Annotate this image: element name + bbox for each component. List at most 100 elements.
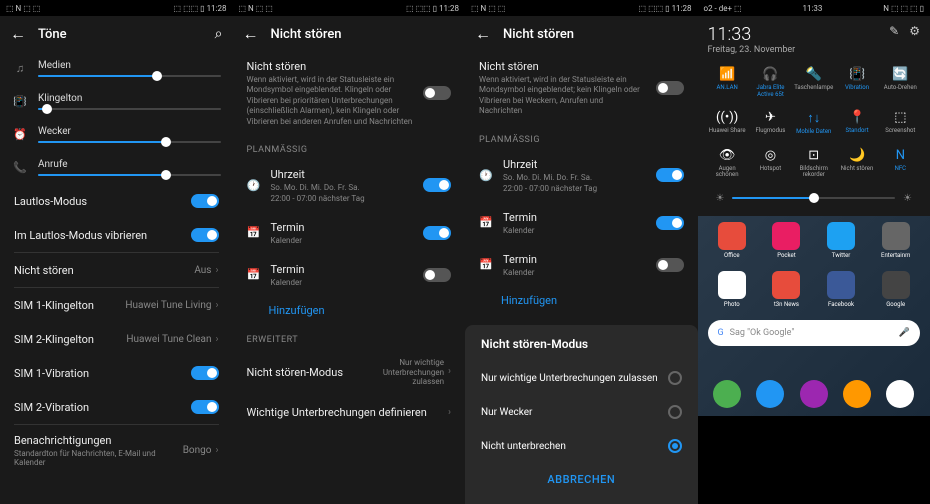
dock-app[interactable] — [800, 380, 828, 408]
statusbar: ⬚ N ⬚ ⬚⬚ ⬚⬚ ▯ 11:28 — [233, 0, 466, 16]
screen-dnd-detail: ⬚ N ⬚ ⬚⬚ ⬚⬚ ▯ 11:28 ← Nicht stören Nicht… — [233, 0, 466, 504]
qs-tile[interactable]: NNFC — [881, 144, 920, 183]
back-icon[interactable]: ← — [243, 24, 259, 44]
calendar-icon: 📅 — [247, 268, 261, 281]
app-icon[interactable]: Facebook — [817, 271, 866, 308]
radio-icon — [668, 405, 682, 419]
page-title: Nicht stören — [503, 27, 688, 42]
back-icon[interactable]: ← — [10, 24, 26, 44]
page-title: Töne — [38, 27, 203, 42]
clock-icon: 🕐 — [247, 179, 261, 192]
calendar-icon: 📅 — [479, 258, 493, 271]
setting-row[interactable]: SIM 1-Vibration — [0, 356, 233, 390]
qs-tile[interactable]: ↑↓Mobile Daten — [794, 106, 833, 140]
dnd-row[interactable]: Nicht störenAus› — [0, 253, 233, 287]
back-icon[interactable]: ← — [475, 24, 491, 44]
radio-option[interactable]: Nur wichtige Unterbrechungen zulassen — [465, 361, 698, 395]
radio-icon — [668, 371, 682, 385]
schedule-toggle[interactable] — [423, 178, 451, 192]
add-schedule-link[interactable]: Hinzufügen — [233, 296, 466, 325]
app-icon[interactable]: Twitter — [817, 222, 866, 259]
vibrate-silent-row[interactable]: Im Lautlos-Modus vibrieren — [0, 218, 233, 252]
dnd-mode-row[interactable]: Nicht stören-ModusNur wichtige Unterbrec… — [233, 349, 466, 396]
qs-tile[interactable]: 📍Standort — [837, 106, 876, 140]
section-scheduled: PLANMÄSSIG — [233, 135, 466, 159]
qs-tile[interactable]: 👁Augen schonen — [708, 144, 747, 183]
qs-date: Freitag, 23. November — [708, 45, 796, 55]
silent-toggle[interactable] — [191, 194, 219, 208]
qs-tile[interactable]: 📳Vibration — [837, 63, 876, 102]
page-title: Nicht stören — [271, 27, 456, 42]
statusbar: o2 - de+ ⬚11:33N ⬚ ⬚ ⬚ ▯ — [698, 0, 930, 16]
statusbar: ⬚ N ⬚ ⬚⬚ ⬚⬚ ▯ 11:28 — [465, 0, 698, 16]
event2-row[interactable]: 📅TerminKalender — [465, 244, 698, 286]
edit-icon[interactable]: ✎ — [889, 24, 899, 38]
qs-clock: 11:33 — [708, 24, 796, 45]
header: ← Nicht stören — [233, 16, 466, 52]
app-icon[interactable]: Photo — [708, 271, 757, 308]
gear-icon[interactable]: ⚙ — [909, 24, 920, 38]
dnd-master-toggle[interactable] — [656, 81, 684, 95]
dock-app[interactable] — [713, 380, 741, 408]
app-icon[interactable]: Entertainm — [871, 222, 920, 259]
brightness-low-icon: ☀ — [716, 193, 725, 204]
qs-tile[interactable]: ◎Hotspot — [751, 144, 790, 183]
radio-option[interactable]: Nicht unterbrechen — [465, 429, 698, 463]
silent-mode-row[interactable]: Lautlos-Modus — [0, 184, 233, 218]
add-schedule-link[interactable]: Hinzufügen — [465, 286, 698, 315]
statusbar: ⬚ N ⬚ ⬚⬚ ⬚⬚ ▯ 11:28 — [0, 0, 233, 16]
event1-row[interactable]: 📅TerminKalender — [465, 202, 698, 244]
event2-row[interactable]: 📅TerminKalender — [233, 254, 466, 296]
dock-app[interactable] — [886, 380, 914, 408]
dock-app[interactable] — [756, 380, 784, 408]
screen-dnd-dialog: ⬚ N ⬚ ⬚⬚ ⬚⬚ ▯ 11:28 ← Nicht stören Nicht… — [465, 0, 698, 504]
schedule-time-row[interactable]: 🕐UhrzeitSo. Mo. Di. Mi. Do. Fr. Sa.22:00… — [465, 149, 698, 202]
schedule-time-row[interactable]: 🕐UhrzeitSo. Mo. Di. Mi. Do. Fr. Sa.22:00… — [233, 159, 466, 212]
screen-sounds: ⬚ N ⬚ ⬚⬚ ⬚⬚ ▯ 11:28 ← Töne ⌕ ♫Medien📳Kli… — [0, 0, 233, 504]
event2-toggle[interactable] — [423, 268, 451, 282]
qs-tile[interactable]: ⬚Screenshot — [881, 106, 920, 140]
setting-row[interactable]: SIM 1-KlingeltonHuawei Tune Living› — [0, 288, 233, 322]
dnd-master-toggle[interactable] — [423, 86, 451, 100]
setting-row[interactable]: SIM 2-KlingeltonHuawei Tune Clean› — [0, 322, 233, 356]
app-icon[interactable]: Pocket — [762, 222, 811, 259]
app-icon[interactable]: Google — [871, 271, 920, 308]
volume-slider-wecker[interactable]: ⏰Wecker — [0, 118, 233, 151]
define-interruptions-row[interactable]: Wichtige Unterbrechungen definieren› — [233, 396, 466, 430]
radio-option[interactable]: Nur Wecker — [465, 395, 698, 429]
dock-app[interactable] — [843, 380, 871, 408]
cancel-button[interactable]: ABBRECHEN — [465, 463, 698, 496]
qs-tile[interactable]: 🌙Nicht stören — [837, 144, 876, 183]
brightness-high-icon: ☀ — [903, 193, 912, 204]
notifications-row[interactable]: BenachrichtigungenStandardton für Nachri… — [0, 425, 233, 476]
volume-slider-anrufe[interactable]: 📞Anrufe — [0, 151, 233, 184]
dnd-mode-dialog: Nicht stören-Modus Nur wichtige Unterbre… — [465, 325, 698, 504]
clock-icon: 🕐 — [479, 169, 493, 182]
qs-tile[interactable]: ((•))Huawei Share — [708, 106, 747, 140]
app-icon[interactable]: Office — [708, 222, 757, 259]
qs-tile[interactable]: ✈Flugmodus — [751, 106, 790, 140]
event1-toggle[interactable] — [423, 226, 451, 240]
search-icon[interactable]: ⌕ — [215, 26, 223, 42]
home-screen: OfficePocketTwitterEntertainm Photot3n N… — [698, 216, 930, 416]
qs-tile[interactable]: 🔄Auto-Drehen — [881, 63, 920, 102]
radio-icon — [668, 439, 682, 453]
google-search-bar[interactable]: GSag "Ok Google"🎤 — [708, 320, 921, 346]
screen-quicksettings: o2 - de+ ⬚11:33N ⬚ ⬚ ⬚ ▯ 11:33Freitag, 2… — [698, 0, 930, 504]
qs-tile[interactable]: ⊡Bildschirm rekorder — [794, 144, 833, 183]
qs-tile[interactable]: 🔦Taschenlampe — [794, 63, 833, 102]
event1-row[interactable]: 📅TerminKalender — [233, 212, 466, 254]
brightness-slider[interactable]: ☀ ☀ — [708, 183, 921, 208]
qs-tile[interactable]: 🎧Jabra Elite Active 65t — [751, 63, 790, 102]
calendar-icon: 📅 — [479, 216, 493, 229]
app-icon[interactable]: t3n News — [762, 271, 811, 308]
header: ← Töne ⌕ — [0, 16, 233, 52]
volume-slider-klingelton[interactable]: 📳Klingelton — [0, 85, 233, 118]
qs-tile[interactable]: 📶AN.LAN — [708, 63, 747, 102]
header: ← Nicht stören — [465, 16, 698, 52]
section-advanced: ERWEITERT — [233, 325, 466, 349]
volume-slider-medien[interactable]: ♫Medien — [0, 52, 233, 85]
setting-row[interactable]: SIM 2-Vibration — [0, 390, 233, 424]
vibrate-toggle[interactable] — [191, 228, 219, 242]
calendar-icon: 📅 — [247, 226, 261, 239]
